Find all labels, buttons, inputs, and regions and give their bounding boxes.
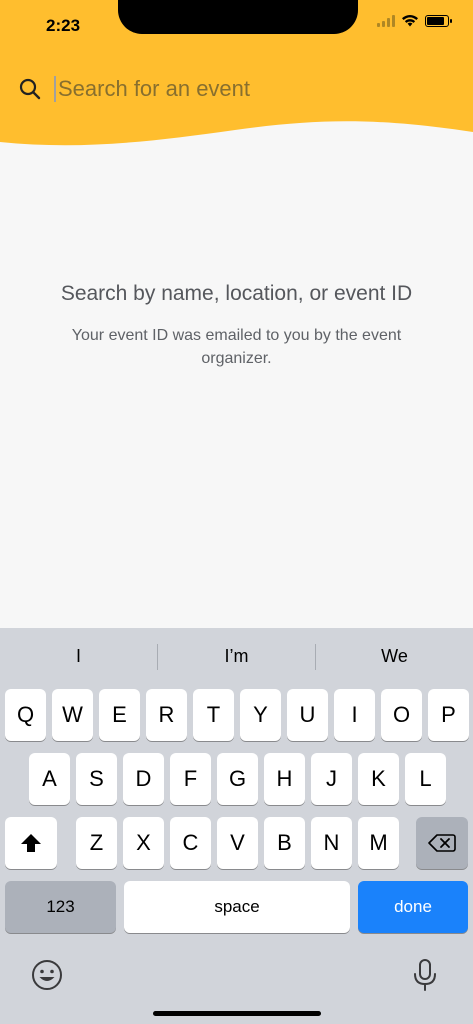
- suggestion-3[interactable]: We: [316, 646, 473, 667]
- done-key[interactable]: done: [358, 881, 468, 933]
- key-y[interactable]: Y: [240, 689, 281, 741]
- key-q[interactable]: Q: [5, 689, 46, 741]
- header: 2:23: [0, 0, 473, 160]
- text-cursor: [54, 76, 56, 102]
- key-g[interactable]: G: [217, 753, 258, 805]
- delete-key[interactable]: [416, 817, 468, 869]
- key-x[interactable]: X: [123, 817, 164, 869]
- key-h[interactable]: H: [264, 753, 305, 805]
- keyboard: I I’m We Q W E R T Y U I O P A S D F G H…: [0, 628, 473, 1024]
- key-t[interactable]: T: [193, 689, 234, 741]
- home-indicator: [153, 1011, 321, 1016]
- status-time: 2:23: [46, 16, 81, 35]
- numbers-key[interactable]: 123: [5, 881, 116, 933]
- key-i[interactable]: I: [334, 689, 375, 741]
- space-key[interactable]: space: [124, 881, 350, 933]
- search-input[interactable]: [58, 76, 418, 102]
- shift-icon: [21, 834, 41, 852]
- emoji-icon[interactable]: [30, 958, 64, 992]
- suggestion-1[interactable]: I: [0, 646, 157, 667]
- backspace-icon: [428, 834, 456, 852]
- wifi-icon: [402, 15, 418, 27]
- key-l[interactable]: L: [405, 753, 446, 805]
- cellular-signal-icon: [377, 14, 395, 27]
- empty-state: Search by name, location, or event ID Yo…: [40, 280, 433, 370]
- status-icons: [377, 14, 452, 27]
- key-b[interactable]: B: [264, 817, 305, 869]
- battery-icon: [425, 14, 452, 27]
- key-v[interactable]: V: [217, 817, 258, 869]
- suggestion-bar: I I’m We: [0, 628, 473, 686]
- search-icon: [19, 78, 41, 100]
- key-r[interactable]: R: [146, 689, 187, 741]
- key-e[interactable]: E: [99, 689, 140, 741]
- key-s[interactable]: S: [76, 753, 117, 805]
- microphone-icon[interactable]: [410, 958, 440, 992]
- empty-state-subtitle: Your event ID was emailed to you by the …: [71, 327, 402, 367]
- key-n[interactable]: N: [311, 817, 352, 869]
- key-p[interactable]: P: [428, 689, 469, 741]
- key-d[interactable]: D: [123, 753, 164, 805]
- key-w[interactable]: W: [52, 689, 93, 741]
- key-u[interactable]: U: [287, 689, 328, 741]
- key-a[interactable]: A: [29, 753, 70, 805]
- key-m[interactable]: M: [358, 817, 399, 869]
- suggestion-2[interactable]: I’m: [158, 646, 315, 667]
- empty-state-title: Search by name, location, or event ID: [60, 282, 413, 305]
- key-c[interactable]: C: [170, 817, 211, 869]
- shift-key[interactable]: [5, 817, 57, 869]
- device-notch: [118, 0, 358, 34]
- key-k[interactable]: K: [358, 753, 399, 805]
- key-z[interactable]: Z: [76, 817, 117, 869]
- search-bar[interactable]: [18, 76, 418, 102]
- key-f[interactable]: F: [170, 753, 211, 805]
- key-o[interactable]: O: [381, 689, 422, 741]
- key-j[interactable]: J: [311, 753, 352, 805]
